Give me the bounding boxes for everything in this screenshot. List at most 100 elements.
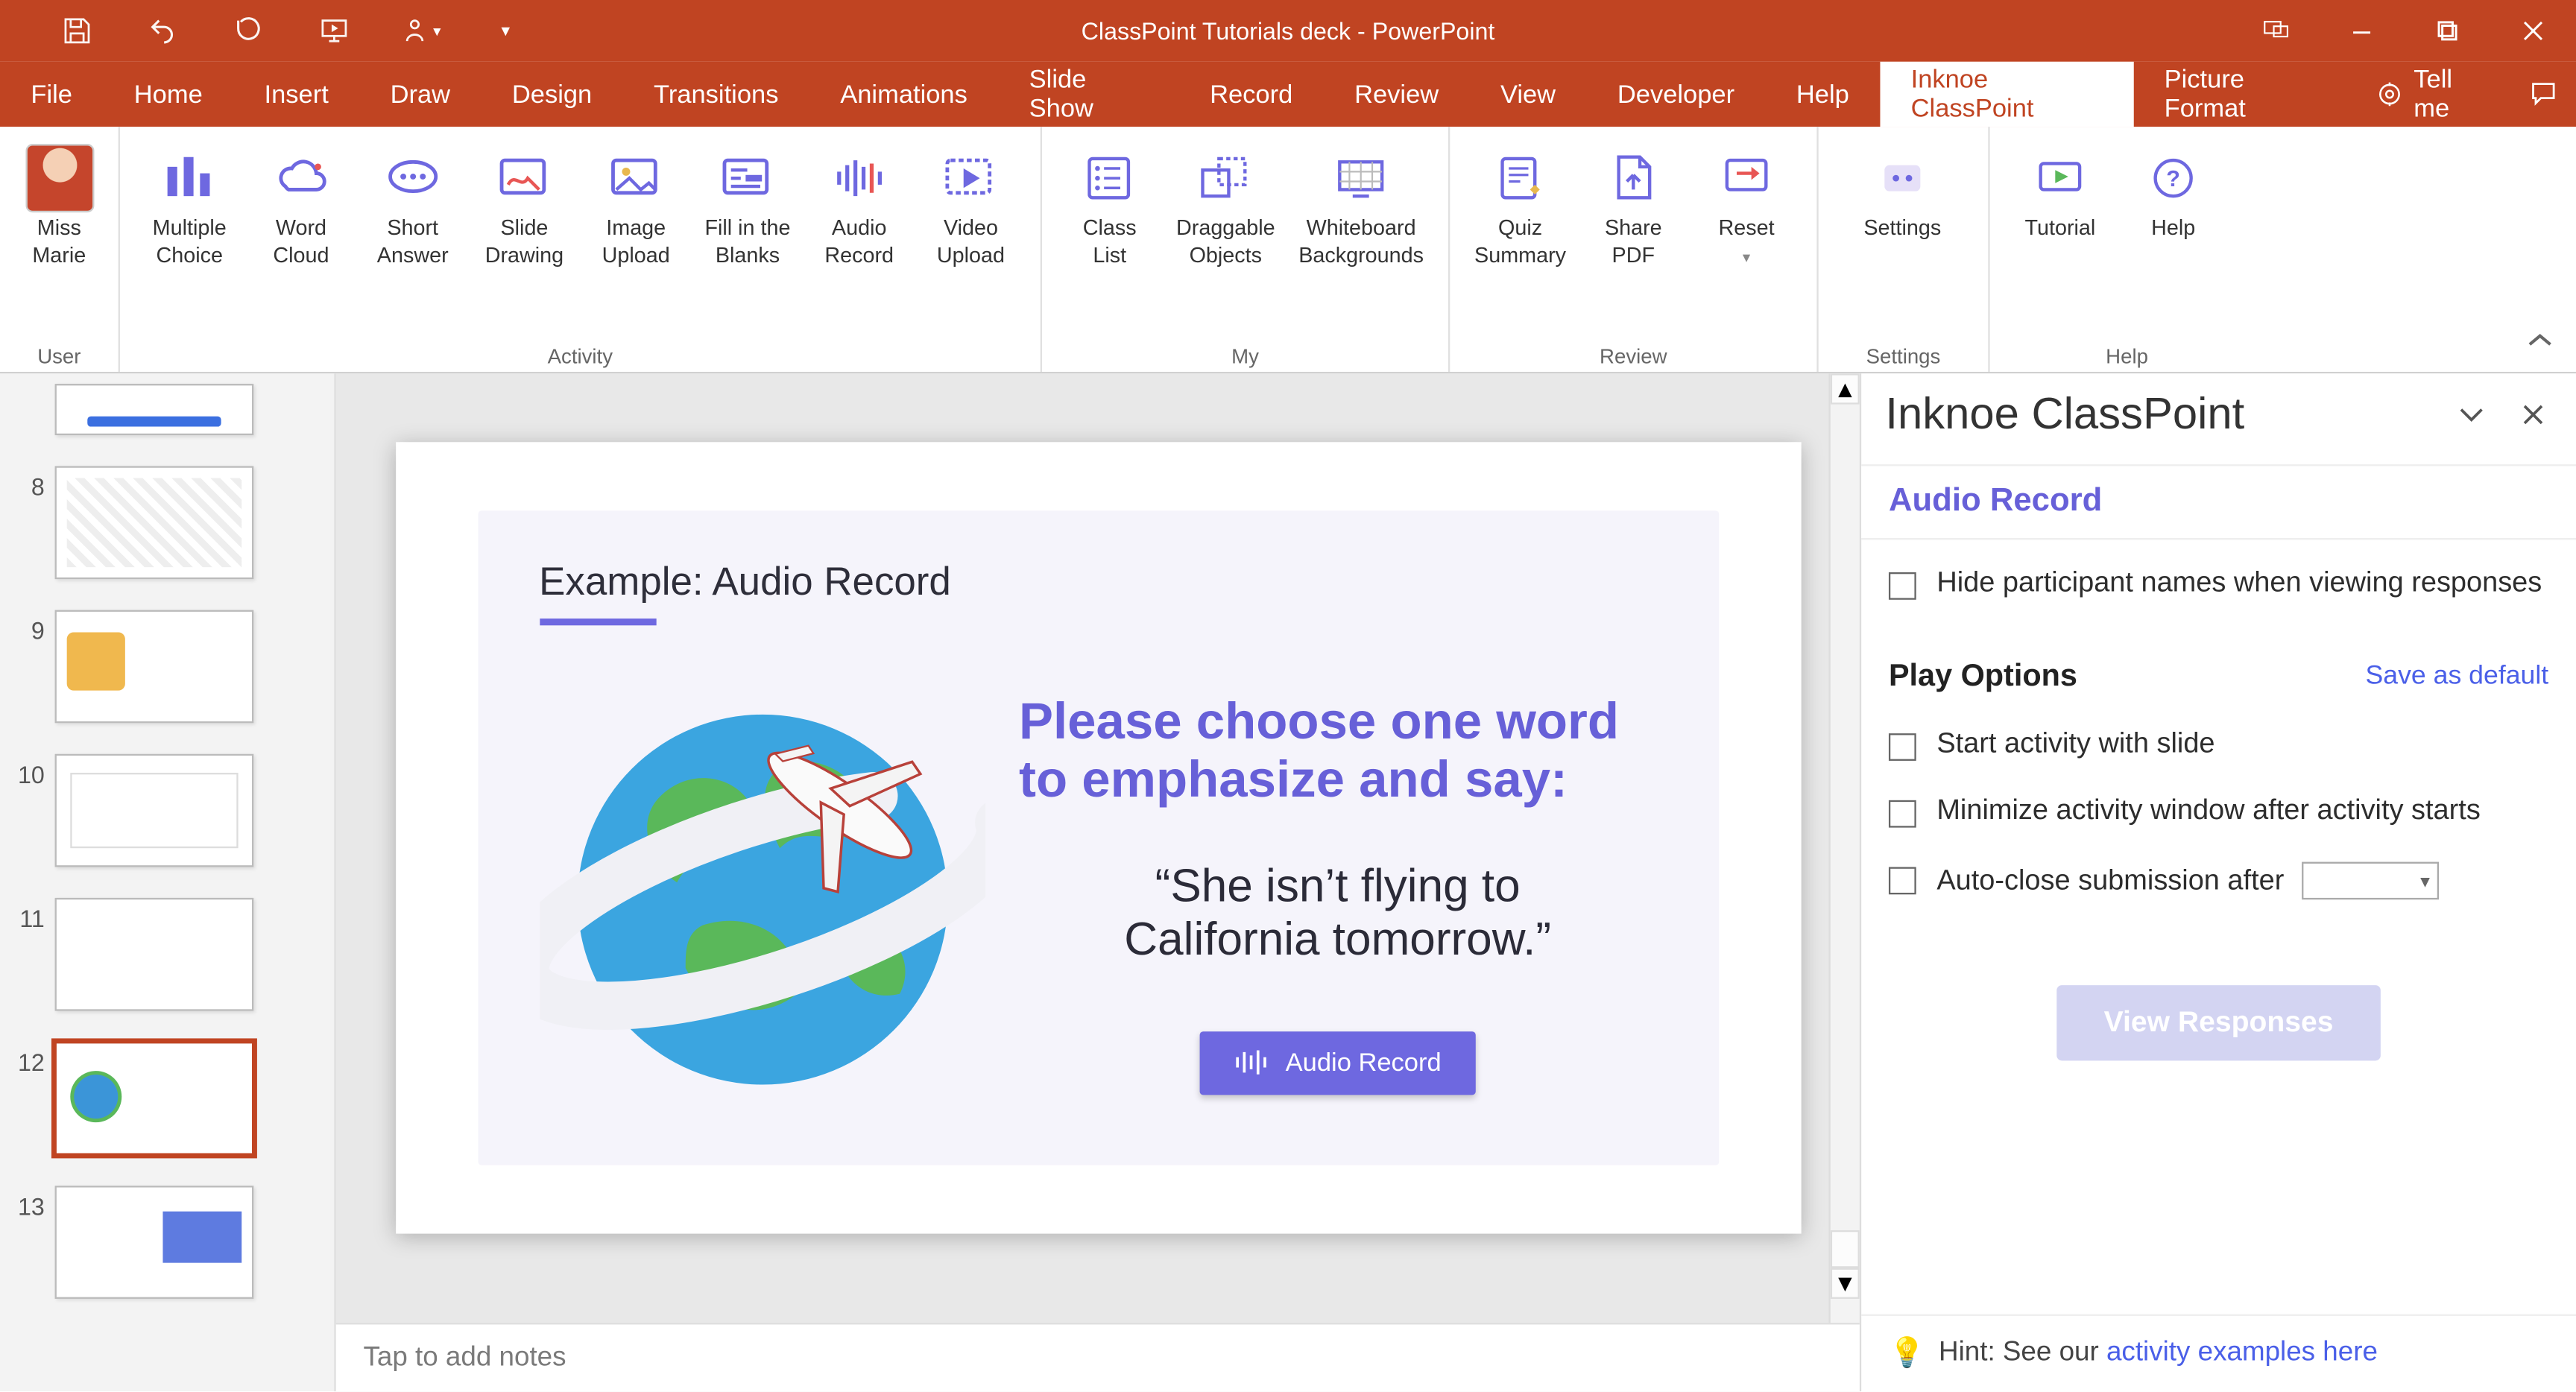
tab-draw[interactable]: Draw (359, 62, 481, 127)
thumbnail-row[interactable]: 12 (0, 1035, 334, 1179)
tab-record[interactable]: Record (1179, 62, 1324, 127)
quiz-summary-button[interactable]: QuizSummary (1467, 141, 1573, 282)
slide-drawing-button[interactable]: SlideDrawing (472, 141, 577, 282)
ribbon-group-settings: Settings Settings (1819, 127, 1990, 372)
tell-me-search[interactable]: Tell me (2351, 62, 2513, 127)
checkbox-icon (1889, 572, 1916, 600)
ribbon-tabs: File Home Insert Draw Design Transitions… (0, 62, 2576, 127)
scroll-up-icon[interactable]: ▴ (1831, 373, 1860, 404)
close-button[interactable] (2490, 0, 2576, 62)
slide-thumbnail-rail[interactable]: 8 9 10 11 12 13 (0, 373, 336, 1391)
hide-names-label: Hide participant names when viewing resp… (1936, 567, 2542, 600)
ribbon-group-activity: MultipleChoice WordCloud ShortAnswer Sli… (120, 127, 1042, 372)
audio-record-slide-label: Audio Record (1286, 1048, 1442, 1077)
share-icon[interactable]: ▾ (377, 0, 463, 62)
qat-more-icon[interactable]: ▾ (463, 0, 549, 62)
minimize-button[interactable] (2319, 0, 2405, 62)
tab-view[interactable]: View (1470, 62, 1587, 127)
maximize-button[interactable] (2405, 0, 2490, 62)
slide-canvas-area[interactable]: Example: Audio Record (336, 373, 1860, 1323)
tab-picture-format[interactable]: Picture Format (2133, 62, 2351, 127)
canvas-wrap: Example: Audio Record (336, 373, 1860, 1391)
audio-record-slide-button[interactable]: Audio Record (1200, 1031, 1476, 1094)
thumbnail-row[interactable] (0, 377, 334, 459)
thumbnail-row[interactable]: 10 (0, 747, 334, 891)
video-upload-button[interactable]: VideoUpload (918, 141, 1023, 282)
tab-help[interactable]: Help (1765, 62, 1880, 127)
globe-airplane-image[interactable] (539, 659, 985, 1113)
tell-me-label: Tell me (2414, 65, 2488, 123)
present-from-start-icon[interactable] (291, 0, 377, 62)
minimize-window-checkbox[interactable]: Minimize activity window after activity … (1889, 795, 2548, 828)
group-label-settings: Settings (1819, 344, 1989, 368)
image-upload-button[interactable]: ImageUpload (584, 141, 689, 282)
ribbon-group-my: ClassList DraggableObjects WhiteboardBac… (1042, 127, 1450, 372)
slide-thumbnail[interactable] (55, 466, 254, 579)
minimize-window-label: Minimize activity window after activity … (1936, 795, 2480, 828)
panel-dropdown-icon[interactable] (2452, 395, 2490, 433)
word-cloud-button[interactable]: WordCloud (249, 141, 354, 282)
thumbnail-row[interactable]: 8 (0, 459, 334, 603)
short-answer-button[interactable]: ShortAnswer (360, 141, 465, 282)
slide-thumbnail[interactable] (55, 754, 254, 867)
slide[interactable]: Example: Audio Record (395, 442, 1801, 1233)
multiple-choice-button[interactable]: MultipleChoice (137, 141, 242, 282)
hint-link[interactable]: activity examples here (2106, 1338, 2378, 1367)
collapse-ribbon-icon[interactable] (2525, 329, 2555, 361)
draggable-objects-button[interactable]: DraggableObjects (1167, 141, 1284, 282)
group-label-help: Help (1990, 344, 2264, 368)
tab-developer[interactable]: Developer (1586, 62, 1765, 127)
autoclose-checkbox[interactable]: Auto-close submission after ▾ (1889, 862, 2548, 900)
slide-thumbnail-selected[interactable] (55, 1042, 254, 1155)
start-with-slide-checkbox[interactable]: Start activity with slide (1889, 728, 2548, 761)
save-as-default-link[interactable]: Save as default (2365, 660, 2548, 691)
share-pdf-button[interactable]: SharePDF (1580, 141, 1687, 282)
audio-record-button[interactable]: AudioRecord (806, 141, 912, 282)
class-list-button[interactable]: ClassList (1059, 141, 1160, 282)
scroll-down-icon[interactable]: ▾ (1831, 1268, 1860, 1299)
help-button[interactable]: ?Help (2120, 141, 2226, 282)
slide-thumbnail[interactable] (55, 1186, 254, 1299)
quick-access-toolbar: ▾ ▾ (0, 0, 549, 62)
tab-design[interactable]: Design (481, 62, 622, 127)
notes-pane[interactable]: Tap to add notes (336, 1323, 1860, 1391)
vertical-scrollbar[interactable]: ▴ ▾ (1828, 373, 1859, 1323)
slide-quote: “She isn’t flying to California tomorrow… (1019, 859, 1656, 966)
tutorial-button[interactable]: Tutorial (2007, 141, 2114, 282)
tab-home[interactable]: Home (103, 62, 233, 127)
window-controls (2233, 0, 2576, 62)
start-with-slide-label: Start activity with slide (1936, 728, 2214, 761)
display-settings-icon[interactable] (2233, 0, 2319, 62)
tab-transitions[interactable]: Transitions (623, 62, 809, 127)
slide-thumbnail[interactable] (55, 610, 254, 724)
ribbon-group-review: QuizSummary SharePDF Reset▾ Review (1450, 127, 1818, 372)
reset-button[interactable]: Reset▾ (1693, 141, 1800, 282)
comments-icon[interactable] (2513, 62, 2576, 127)
user-avatar-button[interactable]: MissMarie (17, 141, 101, 282)
group-label-activity: Activity (120, 344, 1041, 368)
tab-animations[interactable]: Animations (809, 62, 998, 127)
play-options-heading: Play Options (1889, 658, 2077, 694)
tab-slideshow[interactable]: Slide Show (998, 62, 1178, 127)
notes-placeholder: Tap to add notes (363, 1343, 566, 1373)
thumbnail-row[interactable]: 9 (0, 603, 334, 747)
panel-close-icon[interactable] (2514, 395, 2552, 433)
slide-thumbnail[interactable] (55, 898, 254, 1011)
whiteboard-backgrounds-button[interactable]: WhiteboardBackgrounds (1291, 141, 1431, 282)
hide-names-checkbox[interactable]: Hide participant names when viewing resp… (1889, 567, 2548, 600)
fill-blanks-button[interactable]: Fill in theBlanks (695, 141, 801, 282)
view-responses-button[interactable]: View Responses (2056, 985, 2381, 1060)
settings-button[interactable]: Settings (1836, 141, 1969, 282)
save-icon[interactable] (34, 0, 120, 62)
tab-insert[interactable]: Insert (233, 62, 359, 127)
autoclose-dropdown[interactable]: ▾ (2301, 862, 2438, 900)
heading-underline (539, 619, 655, 625)
tab-review[interactable]: Review (1324, 62, 1470, 127)
tab-file[interactable]: File (0, 62, 103, 127)
tab-inknoe-classpoint[interactable]: Inknoe ClassPoint (1880, 62, 2133, 127)
thumbnail-row[interactable]: 11 (0, 891, 334, 1035)
redo-icon[interactable] (206, 0, 291, 62)
slide-thumbnail[interactable] (55, 384, 254, 435)
thumbnail-row[interactable]: 13 (0, 1179, 334, 1323)
undo-icon[interactable] (120, 0, 206, 62)
